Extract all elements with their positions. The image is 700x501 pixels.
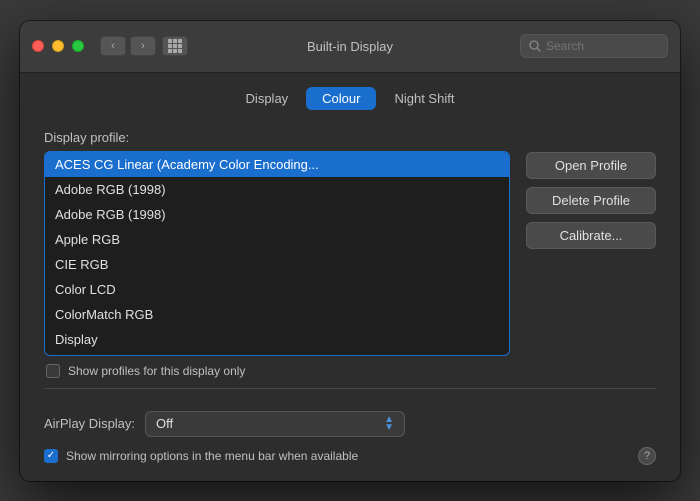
- help-button[interactable]: ?: [638, 447, 656, 465]
- airplay-dropdown-icon: ▲▼: [384, 416, 394, 432]
- open-profile-button[interactable]: Open Profile: [526, 152, 656, 179]
- search-input[interactable]: [546, 39, 659, 53]
- back-button[interactable]: ‹: [100, 36, 126, 56]
- traffic-lights: [32, 40, 84, 52]
- show-profiles-checkbox[interactable]: [46, 364, 60, 378]
- mirroring-label: Show mirroring options in the menu bar w…: [66, 449, 358, 463]
- mirroring-checkbox[interactable]: ✓: [44, 449, 58, 463]
- grid-button[interactable]: [162, 36, 188, 56]
- airplay-value: Off: [156, 416, 173, 431]
- profile-section: Display profile: ACES CG Linear (Academy…: [44, 130, 656, 378]
- list-item[interactable]: ACES CG Linear (Academy Color Encoding..…: [45, 152, 509, 177]
- main-window: ‹ › Built-in Display Display: [20, 21, 680, 481]
- mirroring-row: ✓ Show mirroring options in the menu bar…: [44, 447, 656, 465]
- list-item[interactable]: ColorMatch RGB: [45, 302, 509, 327]
- list-item[interactable]: Adobe RGB (1998): [45, 177, 509, 202]
- airplay-select[interactable]: Off ▲▼: [145, 411, 405, 437]
- search-icon: [529, 40, 541, 52]
- window-title: Built-in Display: [307, 39, 393, 54]
- list-item[interactable]: Apple RGB: [45, 227, 509, 252]
- checkmark-icon: ✓: [47, 451, 55, 461]
- titlebar: ‹ › Built-in Display: [20, 21, 680, 73]
- content-area: Display profile: ACES CG Linear (Academy…: [20, 120, 680, 481]
- profile-list-inner[interactable]: ACES CG Linear (Academy Color Encoding..…: [45, 152, 509, 355]
- search-bar[interactable]: [520, 34, 668, 58]
- grid-icon: [168, 39, 182, 53]
- tab-colour[interactable]: Colour: [306, 87, 376, 110]
- profile-label: Display profile:: [44, 130, 510, 145]
- airplay-label: AirPlay Display:: [44, 416, 135, 431]
- maximize-button[interactable]: [72, 40, 84, 52]
- show-profiles-label: Show profiles for this display only: [68, 364, 245, 378]
- list-item[interactable]: Display: [45, 327, 509, 352]
- tab-display[interactable]: Display: [230, 87, 305, 110]
- airplay-row: AirPlay Display: Off ▲▼: [44, 411, 656, 437]
- divider: [44, 388, 656, 389]
- list-item[interactable]: CIE RGB: [45, 252, 509, 277]
- nav-buttons: ‹ ›: [100, 36, 156, 56]
- list-item[interactable]: Adobe RGB (1998): [45, 202, 509, 227]
- profile-list: ACES CG Linear (Academy Color Encoding..…: [44, 151, 510, 356]
- delete-profile-button[interactable]: Delete Profile: [526, 187, 656, 214]
- back-icon: ‹: [111, 40, 115, 52]
- show-profiles-row: Show profiles for this display only: [44, 364, 510, 378]
- minimize-button[interactable]: [52, 40, 64, 52]
- tab-night-shift[interactable]: Night Shift: [378, 87, 470, 110]
- profile-right: Open Profile Delete Profile Calibrate...: [526, 130, 656, 378]
- tabs-bar: Display Colour Night Shift: [20, 73, 680, 120]
- close-button[interactable]: [32, 40, 44, 52]
- list-item[interactable]: Color LCD: [45, 277, 509, 302]
- profile-left: Display profile: ACES CG Linear (Academy…: [44, 130, 510, 378]
- forward-button[interactable]: ›: [130, 36, 156, 56]
- list-item[interactable]: Display P3: [45, 352, 509, 355]
- forward-icon: ›: [141, 40, 145, 52]
- calibrate-button[interactable]: Calibrate...: [526, 222, 656, 249]
